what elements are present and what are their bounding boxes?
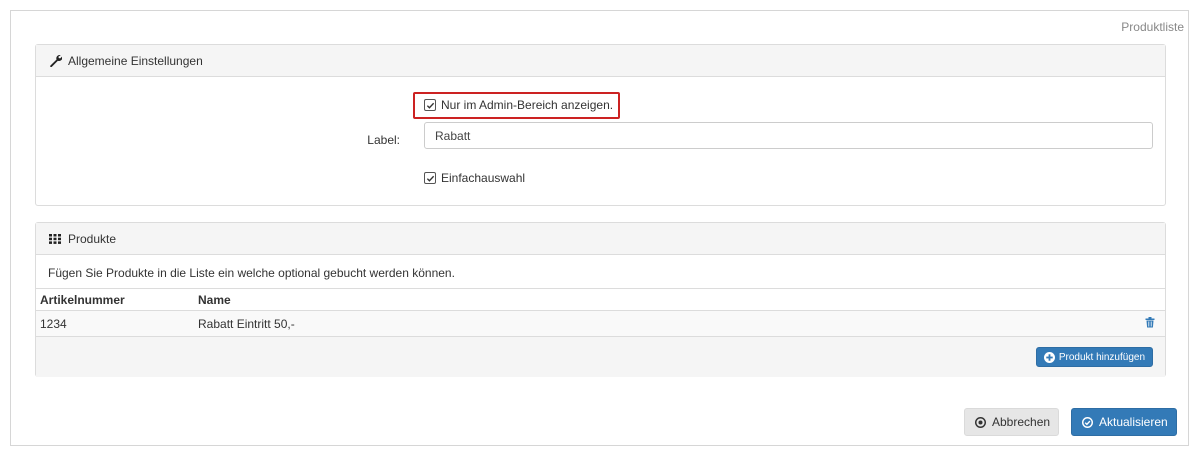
update-button[interactable]: Aktualisieren xyxy=(1071,408,1177,436)
admin-only-label: Nur im Admin-Bereich anzeigen. xyxy=(441,98,614,112)
article-number-cell: 1234 xyxy=(40,316,67,331)
check-circle-icon xyxy=(1082,416,1093,428)
page-label: Produktliste xyxy=(1121,20,1184,34)
product-name-cell: Rabatt Eintritt 50,- xyxy=(198,316,295,331)
products-intro: Fügen Sie Produkte in die Liste ein welc… xyxy=(48,266,455,280)
modal-frame: Produktliste Allgemeine Einstellungen Nu… xyxy=(10,10,1189,446)
wrench-icon xyxy=(48,54,62,68)
label-field-label: Label: xyxy=(367,133,400,147)
cancel-button[interactable]: Abbrechen xyxy=(964,408,1059,436)
cancel-circle-icon xyxy=(975,416,986,428)
products-heading: Produkte xyxy=(36,223,1165,255)
cancel-label: Abbrechen xyxy=(992,415,1051,429)
admin-only-option[interactable]: Nur im Admin-Bereich anzeigen. xyxy=(424,98,613,112)
label-input[interactable] xyxy=(424,122,1153,149)
column-header-name: Name xyxy=(198,292,231,307)
table-header: Artikelnummer Name xyxy=(36,288,1165,311)
products-title: Produkte xyxy=(68,231,117,246)
general-settings-panel: Allgemeine Einstellungen Nur im Admin-Be… xyxy=(35,44,1166,206)
admin-only-checkbox[interactable] xyxy=(424,99,436,111)
add-product-label: Produkt hinzufügen xyxy=(1058,351,1145,363)
trash-icon[interactable] xyxy=(1145,316,1155,331)
column-header-article-no: Artikelnummer xyxy=(40,292,125,307)
general-settings-heading: Allgemeine Einstellungen xyxy=(36,45,1165,77)
single-select-option[interactable]: Einfachauswahl xyxy=(424,171,525,185)
single-select-label: Einfachauswahl xyxy=(441,171,526,185)
plus-circle-icon xyxy=(1043,351,1055,363)
update-label: Aktualisieren xyxy=(1099,415,1168,429)
table-row: 1234 Rabatt Eintritt 50,- xyxy=(36,311,1165,337)
add-product-button[interactable]: Produkt hinzufügen xyxy=(1035,347,1153,367)
general-settings-title: Allgemeine Einstellungen xyxy=(68,53,203,68)
products-panel: Produkte Fügen Sie Produkte in die Liste… xyxy=(35,222,1166,377)
products-footer: Produkt hinzufügen xyxy=(36,337,1165,377)
grid-icon xyxy=(48,232,62,246)
single-select-checkbox[interactable] xyxy=(424,172,436,184)
